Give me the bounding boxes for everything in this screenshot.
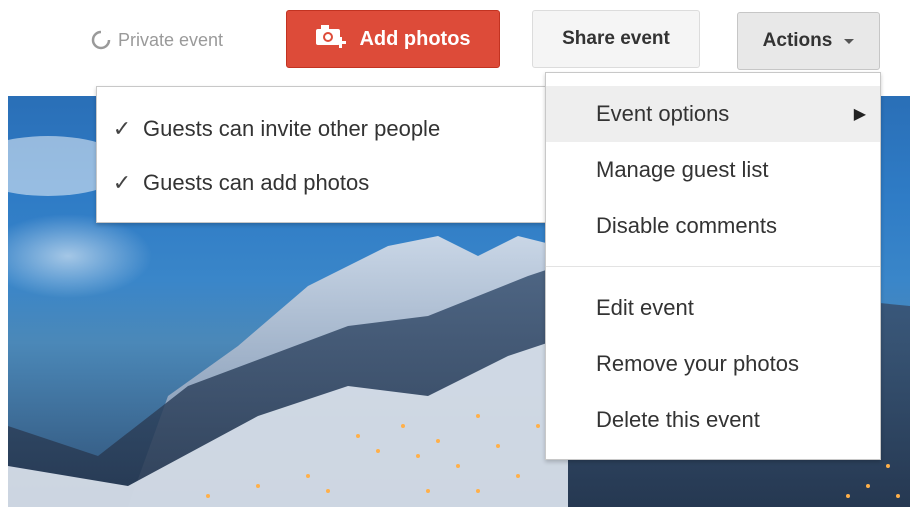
submenu-item-guests-add-photos[interactable]: ✓ Guests can add photos <box>111 163 369 203</box>
caret-down-icon <box>844 38 855 44</box>
menu-divider <box>546 266 880 267</box>
add-photos-label: Add photos <box>359 27 471 50</box>
checkmark-icon: ✓ <box>112 170 132 195</box>
menu-item-event-options[interactable]: Event options ▶ <box>546 86 880 142</box>
menu-item-manage-guest-list[interactable]: Manage guest list <box>546 142 880 198</box>
camera-plus-icon <box>315 23 349 55</box>
menu-item-edit-event[interactable]: Edit event <box>546 280 880 336</box>
menu-item-label: Remove your photos <box>596 351 799 376</box>
menu-item-remove-photos[interactable]: Remove your photos <box>546 336 880 392</box>
menu-item-label: Delete this event <box>596 407 760 432</box>
checkmark-icon: ✓ <box>112 116 132 141</box>
privacy-label: Private event <box>118 29 224 50</box>
triangle-right-icon: ▶ <box>853 106 866 123</box>
share-event-label: Share event <box>562 28 670 49</box>
submenu-item-label: Guests can add photos <box>143 170 370 195</box>
menu-item-label: Disable comments <box>596 213 777 238</box>
menu-item-label: Manage guest list <box>596 157 769 182</box>
menu-item-label: Edit event <box>596 295 694 320</box>
submenu-item-label: Guests can invite other people <box>143 116 441 141</box>
menu-item-label: Event options <box>596 101 730 126</box>
actions-menu: Event options ▶ Manage guest list Disabl… <box>545 72 881 460</box>
actions-label: Actions <box>762 30 833 51</box>
privacy-status: Private event <box>90 26 223 54</box>
submenu-item-guests-invite[interactable]: ✓ Guests can invite other people <box>111 109 440 149</box>
menu-item-delete-event[interactable]: Delete this event <box>546 392 880 448</box>
actions-button[interactable]: Actions <box>737 12 880 70</box>
event-options-submenu: ✓ Guests can invite other people ✓ Guest… <box>96 86 546 223</box>
add-photos-button[interactable]: Add photos <box>286 10 500 68</box>
private-circle-icon <box>90 29 112 51</box>
share-event-button[interactable]: Share event <box>532 10 700 68</box>
menu-item-disable-comments[interactable]: Disable comments <box>546 198 880 254</box>
